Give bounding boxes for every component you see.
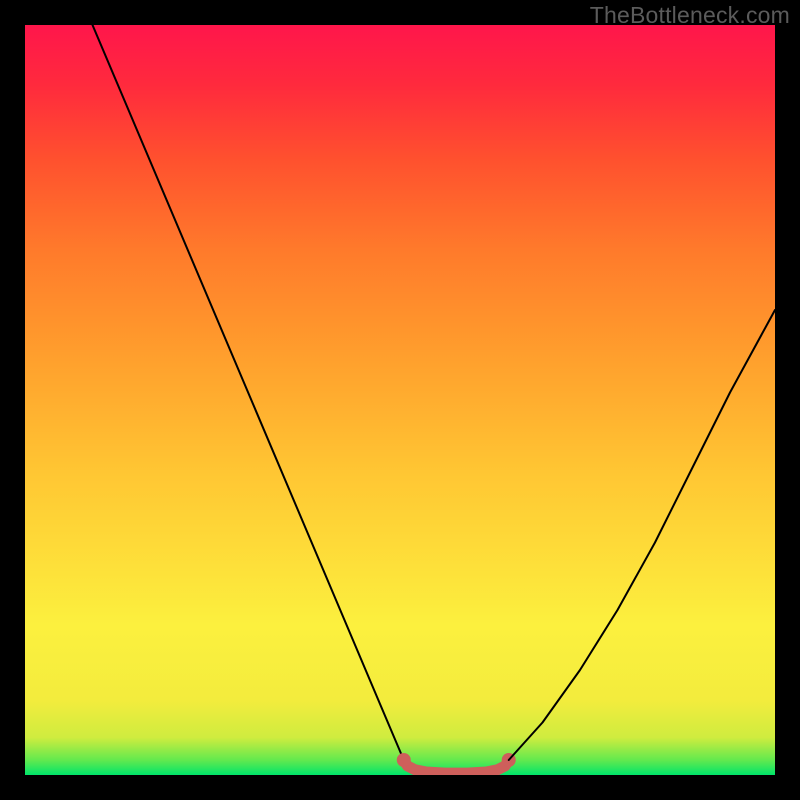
chart-svg — [25, 25, 775, 775]
series-floor-curve-endpoint — [397, 753, 411, 767]
chart-plot-area — [25, 25, 775, 775]
gradient-background — [25, 25, 775, 775]
outer-frame: TheBottleneck.com — [0, 0, 800, 800]
